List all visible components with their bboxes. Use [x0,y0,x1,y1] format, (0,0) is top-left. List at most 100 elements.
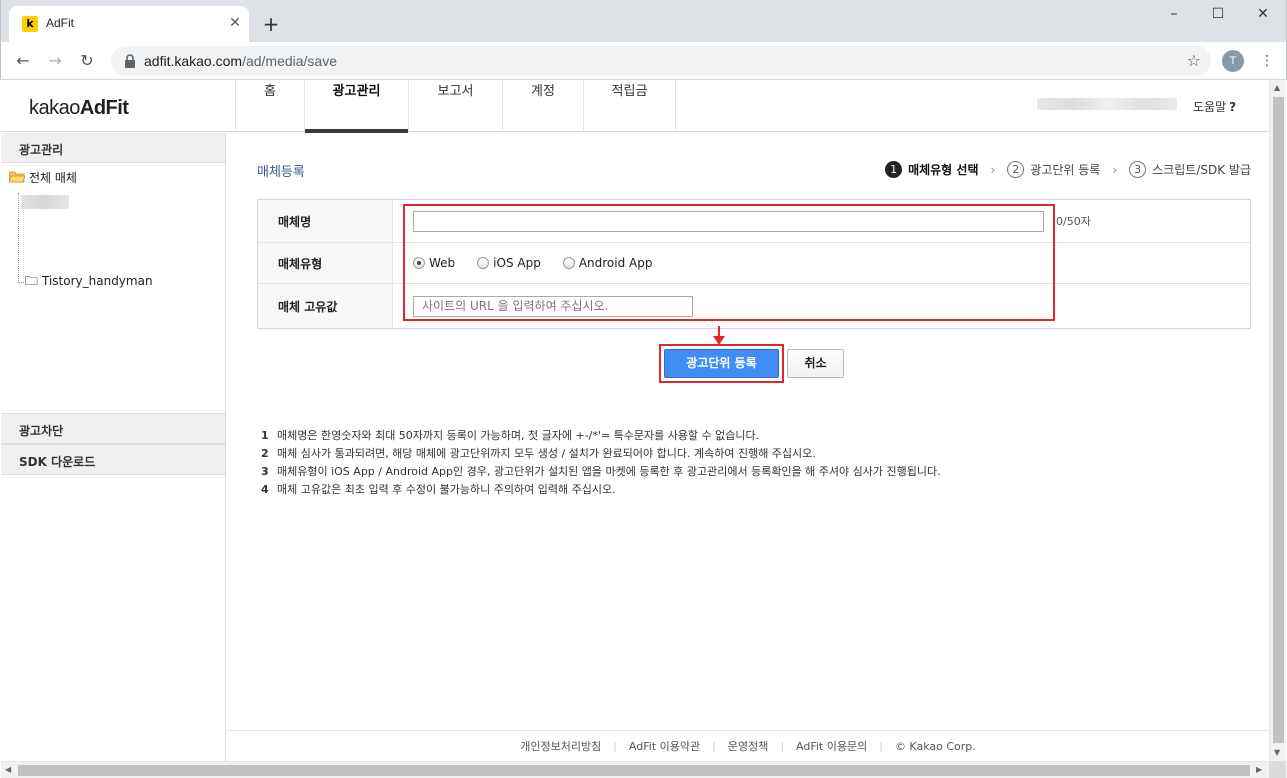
footer-copyright: © Kakao Corp. [894,739,976,753]
tree-connector-branch [18,282,24,283]
maximize-icon[interactable]: ☐ [1208,6,1228,26]
scrollbar-corner [1269,761,1286,778]
back-arrow-icon[interactable]: ← [13,51,33,71]
note-text: 매체 고유값은 최초 입력 후 수정이 불가능하니 주의하여 입력해 주십시오. [277,483,616,496]
note-number: 3 [261,465,269,478]
scroll-right-icon[interactable]: ▶ [1256,765,1262,774]
nav-ad-management[interactable]: 광고관리 [305,80,409,133]
nav-reserve[interactable]: 적립금 [584,80,676,132]
note-number: 1 [261,429,269,442]
char-counter: 0/50자 [1056,215,1091,228]
horizontal-scroll-thumb[interactable] [18,765,1250,776]
site-footer: 개인정보처리방침 | AdFit 이용약관 | 운영정책 | AdFit 이용문… [227,730,1269,761]
cancel-button[interactable]: 취소 [787,349,844,378]
horizontal-scrollbar[interactable]: ◀ ▶ [1,761,1269,778]
url-host: adfit.kakao.com [144,53,243,69]
note-item: 4 매체 고유값은 최초 입력 후 수정이 불가능하니 주의하여 입력해 주십시오… [261,481,941,499]
logo-light: kakao [29,97,80,119]
browser-tab[interactable]: k AdFit ✕ [9,6,249,42]
sidebar-group-adblock[interactable]: 광고차단 [1,413,225,444]
browser-menu-icon[interactable]: ⋮ [1260,50,1274,72]
note-text: 매체 심사가 통과되려면, 해당 매체에 광고단위까지 모두 생성 / 설치가 … [277,447,816,460]
media-name-label: 매체명 [258,200,393,242]
red-highlight-box [403,204,1055,321]
blurred-tree-item[interactable] [21,195,69,209]
logo-bold: AdFit [79,97,129,119]
note-item: 2 매체 심사가 통과되려면, 해당 매체에 광고단위까지 모두 생성 / 설치가… [261,445,941,463]
footer-separator: | [712,739,716,753]
address-bar[interactable]: adfit.kakao.com/ad/media/save ☆ [111,46,1211,76]
vertical-scroll-thumb[interactable] [1273,97,1284,743]
step-3-label: 스크립트/SDK 발급 [1152,163,1251,177]
note-number: 4 [261,483,269,496]
bookmark-star-icon[interactable]: ☆ [1187,51,1201,70]
tree-child-label: Tistory_handyman [42,274,153,288]
tree-root-all-media[interactable]: 전체 매체 [9,169,77,186]
note-text: 매체유형이 iOS App / Android App인 경우, 광고단위가 설… [277,465,941,478]
scroll-up-icon[interactable]: ▲ [1274,83,1280,92]
notes-list: 1 매체명은 한영숫자와 최대 50자까지 등록이 가능하며, 첫 글자에 +-/… [261,427,941,499]
chevron-right-icon: › [1112,162,1118,177]
nav-home[interactable]: 홈 [236,80,305,132]
sidebar-group-sdk-download[interactable]: SDK 다운로드 [1,444,225,475]
main-nav: 홈 광고관리 보고서 계정 적립금 [235,80,676,133]
url-text: adfit.kakao.com/ad/media/save [144,53,337,69]
chevron-right-icon: › [990,162,996,177]
step-3: 3 스크립트/SDK 발급 [1129,161,1251,178]
register-ad-unit-button[interactable]: 광고단위 등록 [664,349,779,378]
step-2-label: 광고단위 등록 [1030,163,1101,177]
reload-icon[interactable]: ↻ [77,51,97,71]
folder-icon [25,275,38,285]
url-path: /ad/media/save [242,53,338,69]
help-label: 도움말 [1193,100,1227,114]
profile-avatar[interactable]: T [1222,50,1244,72]
note-item: 1 매체명은 한영숫자와 최대 50자까지 등록이 가능하며, 첫 글자에 +-/… [261,427,941,445]
step-1-number: 1 [885,161,903,178]
help-question-icon: ? [1229,100,1237,114]
note-text: 매체명은 한영숫자와 최대 50자까지 등록이 가능하며, 첫 글자에 +-/*… [277,429,760,442]
help-link[interactable]: 도움말? [1193,98,1236,115]
footer-link-inquiry[interactable]: AdFit 이용문의 [796,738,867,754]
tree-connector [18,193,19,283]
vertical-scrollbar[interactable]: ▲ ▼ [1269,80,1286,761]
note-number: 2 [261,447,269,460]
step-indicator: 1 매체유형 선택 › 2 광고단위 등록 › 3 스크립트/SDK 발급 [885,161,1251,178]
scroll-down-icon[interactable]: ▼ [1274,748,1280,757]
tab-title: AdFit [46,16,75,30]
site-header: kakaoAdFit 홈 광고관리 보고서 계정 적립금 도움말? [1,80,1269,133]
forward-arrow-icon[interactable]: → [45,51,65,71]
footer-separator: | [613,739,617,753]
step-3-number: 3 [1129,161,1147,178]
browser-toolbar: ← → ↻ adfit.kakao.com/ad/media/save ☆ [0,42,1287,80]
media-type-label: 매체유형 [258,243,393,283]
step-1: 1 매체유형 선택 [885,161,978,178]
tree-item-tistory[interactable]: Tistory_handyman [25,274,153,288]
step-2-number: 2 [1007,161,1025,178]
tree-root-label: 전체 매체 [29,171,77,185]
scroll-left-icon[interactable]: ◀ [5,765,11,774]
minimize-icon[interactable]: – [1164,6,1184,26]
footer-link-terms[interactable]: AdFit 이용약관 [629,738,700,754]
main-content: 매체등록 1 매체유형 선택 › 2 광고단위 등록 › 3 스크립트/SDK … [227,133,1269,723]
close-tab-icon[interactable]: ✕ [226,14,244,32]
kakao-favicon-icon: k [22,16,38,32]
media-id-label: 매체 고유값 [258,284,393,328]
blurred-user-info [1037,98,1177,110]
red-arrow-down-icon [713,326,725,345]
lock-icon [125,54,135,68]
nav-reports[interactable]: 보고서 [409,80,503,132]
step-2: 2 광고단위 등록 [1007,161,1100,178]
new-tab-button[interactable]: + [261,14,281,34]
window-close-icon[interactable]: ✕ [1253,6,1273,26]
page: kakaoAdFit 홈 광고관리 보고서 계정 적립금 도움말? 광고관리 전… [1,80,1269,761]
footer-link-policy[interactable]: 운영정책 [728,738,768,754]
footer-separator: | [879,739,883,753]
open-folder-icon [9,171,25,183]
browser-tabbar: k AdFit ✕ + – ☐ ✕ [0,0,1287,42]
footer-separator: | [780,739,785,753]
note-item: 3 매체유형이 iOS App / Android App인 경우, 광고단위가 … [261,463,941,481]
footer-link-privacy[interactable]: 개인정보처리방침 [520,738,601,754]
sidebar-section-title[interactable]: 광고관리 [1,133,225,163]
kakao-adfit-logo[interactable]: kakaoAdFit [29,97,129,120]
nav-account[interactable]: 계정 [503,80,584,132]
